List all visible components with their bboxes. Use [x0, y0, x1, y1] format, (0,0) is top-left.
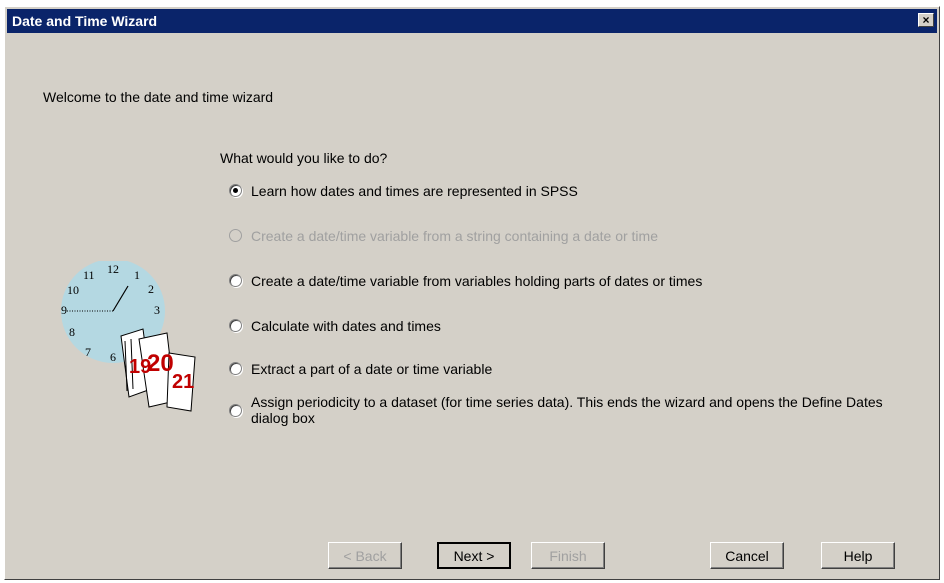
option-learn[interactable]: Learn how dates and times are represente… [229, 183, 578, 199]
option-label-learn: Learn how dates and times are represente… [251, 183, 578, 199]
clock-number-3: 3 [154, 303, 160, 317]
help-button[interactable]: Help [821, 542, 895, 569]
welcome-text: Welcome to the date and time wizard [43, 89, 274, 105]
next-button[interactable]: Next > [437, 542, 511, 569]
clock-number-1: 1 [134, 268, 140, 282]
radio-create-from-string [229, 229, 242, 242]
cancel-button[interactable]: Cancel [710, 542, 784, 569]
option-label-create-from-parts: Create a date/time variable from variabl… [251, 273, 703, 289]
option-calculate[interactable]: Calculate with dates and times [229, 318, 441, 334]
clock-number-8: 8 [69, 325, 75, 339]
option-label-calculate: Calculate with dates and times [251, 318, 441, 334]
radio-create-from-parts[interactable] [229, 274, 242, 287]
radio-extract[interactable] [229, 362, 242, 375]
radio-calculate[interactable] [229, 319, 242, 332]
clock-number-12: 12 [107, 262, 119, 276]
close-icon: × [922, 13, 930, 27]
close-button[interactable]: × [918, 13, 934, 27]
option-periodicity[interactable]: Assign periodicity to a dataset (for tim… [229, 394, 901, 426]
option-label-periodicity: Assign periodicity to a dataset (for tim… [251, 394, 883, 426]
clock-number-9: 9 [61, 303, 67, 317]
question-text: What would you like to do? [220, 150, 388, 166]
clock-number-7: 7 [85, 345, 91, 359]
option-label-create-from-string: Create a date/time variable from a strin… [251, 228, 658, 244]
calendar-number-21: 21 [172, 371, 194, 393]
radio-learn[interactable] [229, 184, 242, 197]
clock-calendar-icon: 12 1 2 3 11 10 9 8 7 6 19 20 21 [61, 261, 196, 412]
option-create-from-parts[interactable]: Create a date/time variable from variabl… [229, 273, 702, 289]
option-create-from-string: Create a date/time variable from a strin… [229, 228, 658, 244]
finish-button: Finish [531, 542, 605, 569]
title-bar[interactable]: Date and Time Wizard × [7, 9, 937, 33]
option-label-extract: Extract a part of a date or time variabl… [251, 361, 493, 377]
option-extract[interactable]: Extract a part of a date or time variabl… [229, 361, 492, 377]
calendar-number-20: 20 [147, 350, 174, 377]
window-title: Date and Time Wizard [12, 13, 158, 29]
wizard-window: Date and Time Wizard × Welcome to the da… [4, 6, 940, 580]
clock-number-10: 10 [67, 283, 79, 297]
clock-number-11: 11 [83, 268, 95, 282]
back-button: < Back [328, 542, 402, 569]
radio-periodicity[interactable] [229, 404, 242, 417]
clock-number-2: 2 [148, 282, 154, 296]
clock-number-6: 6 [110, 350, 116, 364]
